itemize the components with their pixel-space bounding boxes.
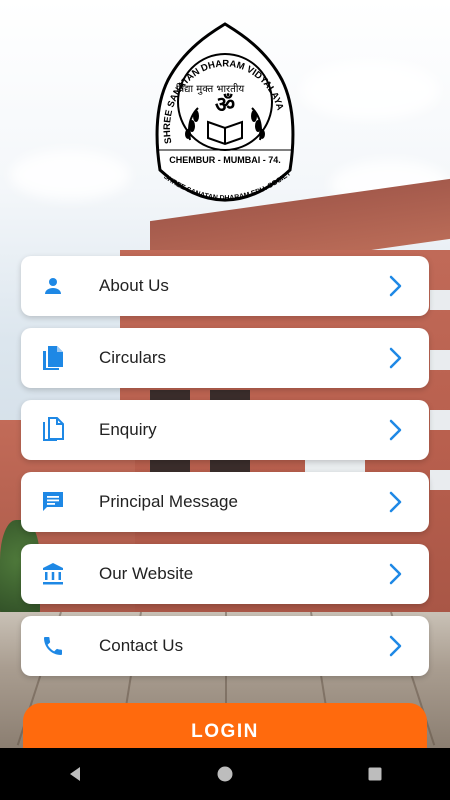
menu-item-contact-us[interactable]: Contact Us [21,616,429,676]
back-triangle-icon [70,767,80,781]
logo-om-symbol: ॐ [215,93,235,118]
bank-icon [23,544,83,604]
document-icon [23,328,83,388]
chevron-right-icon [375,472,415,532]
chevron-right-icon [375,328,415,388]
chevron-right-icon [375,544,415,604]
menu-item-principal-message[interactable]: Principal Message [21,472,429,532]
background-cloud [300,60,440,120]
chevron-right-icon [375,400,415,460]
chevron-right-icon [375,616,415,676]
person-icon [23,256,83,316]
phone-icon [23,616,83,676]
menu-item-label: Our Website [99,564,194,583]
home-circle-icon [217,766,233,782]
menu-item-circulars[interactable]: Circulars [21,328,429,388]
system-navigation-bar [0,748,450,800]
chevron-right-icon [375,256,415,316]
nav-home-button[interactable] [205,754,245,794]
background-balcony [430,470,450,490]
school-logo: SHREE SANATAN DHARAM VIDYALAYA विद्या मु… [148,15,300,220]
logo-location-text: CHEMBUR - MUMBAI - 74. [169,155,281,165]
menu-item-label: Circulars [99,348,167,367]
nav-back-button[interactable] [55,754,95,794]
copy-icon [23,400,83,460]
menu-item-our-website[interactable]: Our Website [21,544,429,604]
background-cloud [10,150,130,200]
menu-item-label: Enquiry [99,420,157,439]
menu-item-label: Contact Us [99,636,184,655]
background-balcony [430,410,450,430]
menu-item-label: About Us [99,276,169,295]
background-balcony [430,350,450,370]
nav-recents-button[interactable] [355,754,395,794]
recents-square-icon [368,767,382,781]
message-icon [23,472,83,532]
background-railing [305,460,365,472]
background-balcony [430,290,450,310]
menu-item-label: Principal Message [99,492,238,511]
school-emblem: SHREE SANATAN DHARAM VIDYALAYA विद्या मु… [148,15,295,202]
menu-item-enquiry[interactable]: Enquiry [21,400,429,460]
menu-item-about-us[interactable]: About Us [21,256,429,316]
